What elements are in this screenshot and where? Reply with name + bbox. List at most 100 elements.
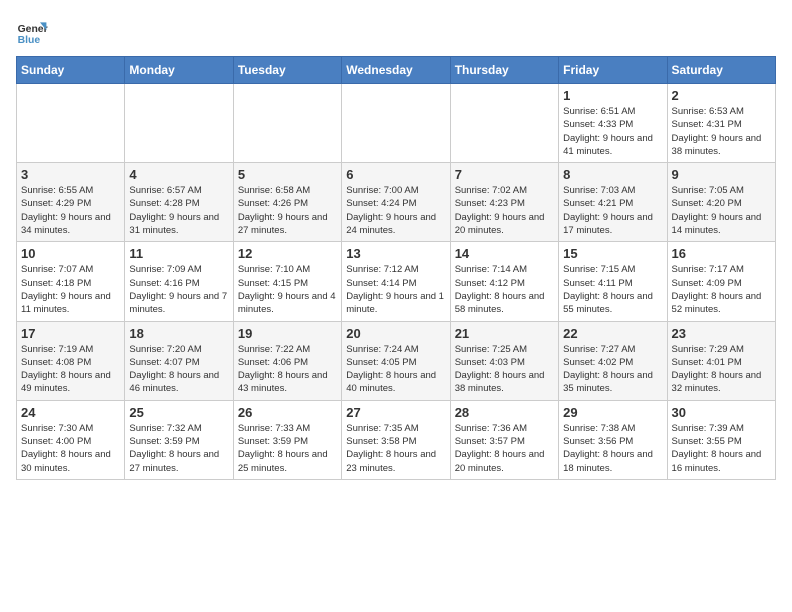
calendar-cell: 28 Sunrise: 7:36 AM Sunset: 3:57 PM Dayli…	[450, 400, 558, 479]
day-number: 26	[238, 405, 337, 420]
calendar-cell: 18 Sunrise: 7:20 AM Sunset: 4:07 PM Dayli…	[125, 321, 233, 400]
calendar-cell: 16 Sunrise: 7:17 AM Sunset: 4:09 PM Dayli…	[667, 242, 775, 321]
calendar-cell	[342, 84, 450, 163]
calendar-cell	[17, 84, 125, 163]
day-number: 29	[563, 405, 662, 420]
calendar-cell: 23 Sunrise: 7:29 AM Sunset: 4:01 PM Dayli…	[667, 321, 775, 400]
calendar-cell: 6 Sunrise: 7:00 AM Sunset: 4:24 PM Daylig…	[342, 163, 450, 242]
day-info: Sunrise: 7:36 AM Sunset: 3:57 PM Dayligh…	[455, 422, 554, 475]
calendar-cell: 12 Sunrise: 7:10 AM Sunset: 4:15 PM Dayli…	[233, 242, 341, 321]
calendar-cell: 27Sunrise: 7:35 AM Sunset: 3:58 PM Dayli…	[342, 400, 450, 479]
calendar-cell: 17 Sunrise: 7:19 AM Sunset: 4:08 PM Dayli…	[17, 321, 125, 400]
calendar-cell: 19 Sunrise: 7:22 AM Sunset: 4:06 PM Dayli…	[233, 321, 341, 400]
day-info: Sunrise: 7:32 AM Sunset: 3:59 PM Dayligh…	[129, 422, 228, 475]
calendar-cell: 10 Sunrise: 7:07 AM Sunset: 4:18 PM Dayli…	[17, 242, 125, 321]
day-info: Sunrise: 7:27 AM Sunset: 4:02 PM Dayligh…	[563, 343, 662, 396]
day-number: 18	[129, 326, 228, 341]
calendar-cell	[450, 84, 558, 163]
day-info: Sunrise: 7:17 AM Sunset: 4:09 PM Dayligh…	[672, 263, 771, 316]
day-number: 15	[563, 246, 662, 261]
day-number: 19	[238, 326, 337, 341]
calendar-cell: 13 Sunrise: 7:12 AM Sunset: 4:14 PM Dayli…	[342, 242, 450, 321]
calendar-cell: 3 Sunrise: 6:55 AM Sunset: 4:29 PM Daylig…	[17, 163, 125, 242]
calendar-day-header: Monday	[125, 57, 233, 84]
logo: General Blue	[16, 16, 48, 48]
day-number: 7	[455, 167, 554, 182]
day-number: 30	[672, 405, 771, 420]
day-info: Sunrise: 7:07 AM Sunset: 4:18 PM Dayligh…	[21, 263, 120, 316]
calendar-cell: 8 Sunrise: 7:03 AM Sunset: 4:21 PM Daylig…	[559, 163, 667, 242]
day-number: 28	[455, 405, 554, 420]
day-info: Sunrise: 7:00 AM Sunset: 4:24 PM Dayligh…	[346, 184, 445, 237]
calendar-day-header: Friday	[559, 57, 667, 84]
day-number: 4	[129, 167, 228, 182]
calendar-cell: 1Sunrise: 6:51 AM Sunset: 4:33 PM Daylig…	[559, 84, 667, 163]
calendar-cell	[125, 84, 233, 163]
calendar-table: SundayMondayTuesdayWednesdayThursdayFrid…	[16, 56, 776, 480]
calendar-cell: 21Sunrise: 7:25 AM Sunset: 4:03 PM Dayli…	[450, 321, 558, 400]
calendar-header-row: SundayMondayTuesdayWednesdayThursdayFrid…	[17, 57, 776, 84]
day-info: Sunrise: 7:19 AM Sunset: 4:08 PM Dayligh…	[21, 343, 120, 396]
calendar-cell: 4Sunrise: 6:57 AM Sunset: 4:28 PM Daylig…	[125, 163, 233, 242]
day-number: 27	[346, 405, 445, 420]
calendar-day-header: Tuesday	[233, 57, 341, 84]
day-number: 9	[672, 167, 771, 182]
calendar-cell: 20 Sunrise: 7:24 AM Sunset: 4:05 PM Dayli…	[342, 321, 450, 400]
calendar-cell: 26 Sunrise: 7:33 AM Sunset: 3:59 PM Dayli…	[233, 400, 341, 479]
day-info: Sunrise: 7:02 AM Sunset: 4:23 PM Dayligh…	[455, 184, 554, 237]
day-number: 17	[21, 326, 120, 341]
svg-text:Blue: Blue	[18, 35, 41, 46]
day-number: 2	[672, 88, 771, 103]
day-info: Sunrise: 7:15 AM Sunset: 4:11 PM Dayligh…	[563, 263, 662, 316]
calendar-cell: 22 Sunrise: 7:27 AM Sunset: 4:02 PM Dayli…	[559, 321, 667, 400]
day-info: Sunrise: 7:29 AM Sunset: 4:01 PM Dayligh…	[672, 343, 771, 396]
day-info: Sunrise: 6:58 AM Sunset: 4:26 PM Dayligh…	[238, 184, 337, 237]
day-number: 25	[129, 405, 228, 420]
day-info: Sunrise: 7:25 AM Sunset: 4:03 PM Dayligh…	[455, 343, 554, 396]
calendar-cell: 30Sunrise: 7:39 AM Sunset: 3:55 PM Dayli…	[667, 400, 775, 479]
day-number: 20	[346, 326, 445, 341]
page-header: General Blue	[16, 16, 776, 48]
day-info: Sunrise: 6:53 AM Sunset: 4:31 PM Dayligh…	[672, 105, 771, 158]
day-info: Sunrise: 7:30 AM Sunset: 4:00 PM Dayligh…	[21, 422, 120, 475]
day-number: 11	[129, 246, 228, 261]
day-number: 10	[21, 246, 120, 261]
day-number: 6	[346, 167, 445, 182]
calendar-week-row: 3 Sunrise: 6:55 AM Sunset: 4:29 PM Daylig…	[17, 163, 776, 242]
day-number: 1	[563, 88, 662, 103]
day-info: Sunrise: 7:10 AM Sunset: 4:15 PM Dayligh…	[238, 263, 337, 316]
day-number: 22	[563, 326, 662, 341]
day-info: Sunrise: 7:05 AM Sunset: 4:20 PM Dayligh…	[672, 184, 771, 237]
calendar-day-header: Wednesday	[342, 57, 450, 84]
day-number: 5	[238, 167, 337, 182]
day-info: Sunrise: 7:12 AM Sunset: 4:14 PM Dayligh…	[346, 263, 445, 316]
calendar-cell: 11Sunrise: 7:09 AM Sunset: 4:16 PM Dayli…	[125, 242, 233, 321]
calendar-cell: 15 Sunrise: 7:15 AM Sunset: 4:11 PM Dayli…	[559, 242, 667, 321]
day-number: 24	[21, 405, 120, 420]
calendar-week-row: 17 Sunrise: 7:19 AM Sunset: 4:08 PM Dayli…	[17, 321, 776, 400]
calendar-cell: 5 Sunrise: 6:58 AM Sunset: 4:26 PM Daylig…	[233, 163, 341, 242]
calendar-cell: 9 Sunrise: 7:05 AM Sunset: 4:20 PM Daylig…	[667, 163, 775, 242]
day-number: 16	[672, 246, 771, 261]
day-number: 23	[672, 326, 771, 341]
day-number: 3	[21, 167, 120, 182]
calendar-week-row: 10 Sunrise: 7:07 AM Sunset: 4:18 PM Dayli…	[17, 242, 776, 321]
calendar-week-row: 24 Sunrise: 7:30 AM Sunset: 4:00 PM Dayli…	[17, 400, 776, 479]
calendar-week-row: 1Sunrise: 6:51 AM Sunset: 4:33 PM Daylig…	[17, 84, 776, 163]
calendar-cell: 25 Sunrise: 7:32 AM Sunset: 3:59 PM Dayli…	[125, 400, 233, 479]
day-info: Sunrise: 6:55 AM Sunset: 4:29 PM Dayligh…	[21, 184, 120, 237]
day-info: Sunrise: 7:22 AM Sunset: 4:06 PM Dayligh…	[238, 343, 337, 396]
logo-icon: General Blue	[16, 16, 48, 48]
day-info: Sunrise: 7:20 AM Sunset: 4:07 PM Dayligh…	[129, 343, 228, 396]
day-info: Sunrise: 7:33 AM Sunset: 3:59 PM Dayligh…	[238, 422, 337, 475]
day-number: 14	[455, 246, 554, 261]
day-number: 12	[238, 246, 337, 261]
day-info: Sunrise: 7:03 AM Sunset: 4:21 PM Dayligh…	[563, 184, 662, 237]
calendar-cell: 29Sunrise: 7:38 AM Sunset: 3:56 PM Dayli…	[559, 400, 667, 479]
day-info: Sunrise: 7:24 AM Sunset: 4:05 PM Dayligh…	[346, 343, 445, 396]
calendar-cell: 7 Sunrise: 7:02 AM Sunset: 4:23 PM Daylig…	[450, 163, 558, 242]
day-number: 8	[563, 167, 662, 182]
day-number: 13	[346, 246, 445, 261]
calendar-cell	[233, 84, 341, 163]
calendar-day-header: Sunday	[17, 57, 125, 84]
